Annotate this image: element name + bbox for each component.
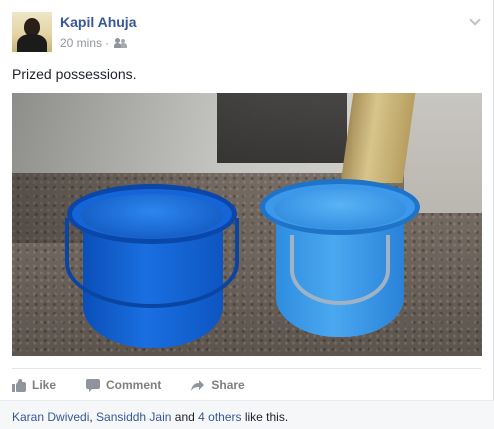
share-button[interactable]: Share [191, 378, 245, 392]
author-name[interactable]: Kapil Ahuja [60, 14, 137, 30]
liker-link-1[interactable]: Karan Dwivedi [12, 410, 89, 424]
comment-icon [86, 378, 101, 392]
like-button[interactable]: Like [12, 378, 56, 392]
light-blue-bucket [260, 175, 420, 350]
dark-blue-bucket [65, 178, 239, 356]
likes-suffix: like this. [241, 410, 289, 424]
post-card: Kapil Ahuja 20 mins · Prized possessions… [0, 0, 494, 429]
post-photo[interactable] [12, 93, 482, 356]
meta-separator: · [105, 36, 110, 50]
comment-button[interactable]: Comment [86, 378, 161, 392]
post-meta: 20 mins · [60, 36, 128, 50]
actions-divider [12, 368, 481, 369]
share-label: Share [211, 378, 245, 392]
author-avatar[interactable] [12, 12, 52, 52]
status-text: Prized possessions. [12, 66, 137, 82]
post-time[interactable]: 20 mins [60, 36, 102, 50]
avatar-body [17, 34, 47, 52]
comment-label: Comment [106, 378, 162, 392]
share-icon [191, 379, 205, 392]
like-icon [12, 378, 26, 392]
post-header: Kapil Ahuja 20 mins · [12, 12, 481, 52]
likes-others-link[interactable]: 4 others [198, 410, 241, 424]
likes-and: and [171, 410, 199, 424]
friends-icon[interactable] [114, 37, 128, 49]
chevron-down-icon[interactable] [469, 16, 481, 26]
likes-summary: Karan Dwivedi, Sansiddh Jain and 4 other… [0, 400, 494, 429]
liker-link-2[interactable]: Sansiddh Jain [96, 410, 171, 424]
like-label: Like [32, 378, 57, 392]
post-actions: Like Comment Share [12, 374, 275, 396]
